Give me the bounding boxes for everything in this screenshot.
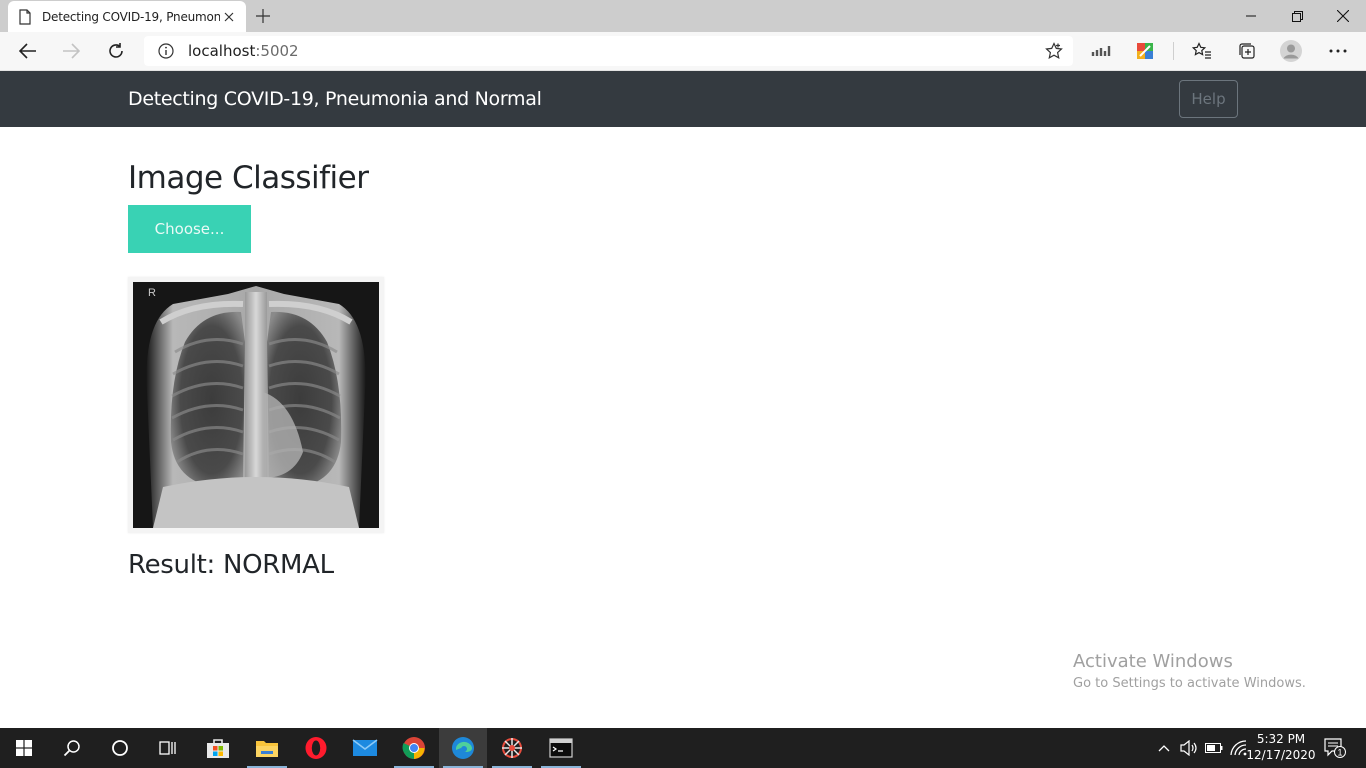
- browser-toolbar: localhost:5002: [0, 32, 1366, 71]
- taskbar-clock[interactable]: 5:32 PM 12/17/2020: [1246, 731, 1316, 763]
- clock-date: 12/17/2020: [1246, 748, 1316, 762]
- toolbar-divider: [1173, 42, 1174, 60]
- clock-time: 5:32 PM: [1256, 732, 1306, 746]
- terminal-icon[interactable]: [537, 728, 585, 768]
- performance-icon[interactable]: [1090, 40, 1112, 62]
- chest-xray-image: R: [133, 282, 379, 528]
- watermark-subtitle: Go to Settings to activate Windows.: [1073, 676, 1306, 691]
- collections-icon[interactable]: [1236, 40, 1258, 62]
- tab-title: Detecting COVID-19, Pneumonia: [42, 9, 220, 24]
- page-title: Image Classifier: [128, 160, 369, 196]
- windows-taskbar: 5:32 PM 12/17/2020 1: [0, 728, 1366, 768]
- browser-tab[interactable]: Detecting COVID-19, Pneumonia: [8, 1, 246, 32]
- chevron-up-icon[interactable]: [1154, 728, 1174, 768]
- restore-icon[interactable]: [1274, 0, 1320, 32]
- back-icon[interactable]: [13, 36, 43, 66]
- image-marker: R: [148, 287, 156, 299]
- app-icon[interactable]: [488, 728, 536, 768]
- more-icon[interactable]: [1327, 40, 1349, 62]
- store-icon[interactable]: [194, 728, 242, 768]
- choose-file-button[interactable]: Choose...: [128, 205, 251, 253]
- image-preview: R: [128, 277, 384, 533]
- result-text: Result: NORMAL: [128, 550, 334, 580]
- help-button[interactable]: Help: [1179, 80, 1238, 118]
- address-bar[interactable]: localhost:5002: [144, 36, 1073, 66]
- windows-start-icon[interactable]: [0, 728, 48, 768]
- forward-icon[interactable]: [56, 36, 86, 66]
- battery-icon[interactable]: [1203, 728, 1225, 768]
- file-explorer-icon[interactable]: [243, 728, 291, 768]
- browser-tab-strip: Detecting COVID-19, Pneumonia: [0, 0, 1366, 32]
- document-icon: [18, 8, 32, 25]
- info-icon[interactable]: [158, 43, 174, 59]
- watermark-title: Activate Windows: [1073, 651, 1233, 672]
- minimize-icon[interactable]: [1228, 0, 1274, 32]
- new-tab-icon[interactable]: [252, 5, 274, 27]
- extension-icon[interactable]: [1134, 40, 1156, 62]
- volume-icon[interactable]: [1178, 728, 1200, 768]
- mail-icon[interactable]: [341, 728, 389, 768]
- task-view-icon[interactable]: [144, 728, 192, 768]
- cortana-icon[interactable]: [96, 728, 144, 768]
- profile-icon[interactable]: [1280, 40, 1302, 62]
- refresh-icon[interactable]: [101, 36, 131, 66]
- navbar-brand[interactable]: Detecting COVID-19, Pneumonia and Normal: [128, 88, 542, 110]
- notification-icon[interactable]: 1: [1322, 728, 1348, 768]
- favorites-icon[interactable]: [1191, 40, 1213, 62]
- edge-icon[interactable]: [439, 728, 487, 768]
- favorite-star-icon[interactable]: [1045, 42, 1063, 60]
- close-icon[interactable]: [220, 8, 238, 26]
- url-text[interactable]: localhost:5002: [188, 42, 1045, 60]
- activate-windows-watermark: Activate Windows Go to Settings to activ…: [1073, 651, 1306, 691]
- site-navbar: Detecting COVID-19, Pneumonia and Normal…: [0, 71, 1366, 127]
- url-port: :5002: [255, 42, 299, 60]
- chrome-icon[interactable]: [390, 728, 438, 768]
- opera-icon[interactable]: [292, 728, 340, 768]
- window-close-icon[interactable]: [1320, 0, 1366, 32]
- notification-count: 1: [1337, 748, 1342, 758]
- url-host: localhost: [188, 42, 256, 60]
- search-icon[interactable]: [48, 728, 96, 768]
